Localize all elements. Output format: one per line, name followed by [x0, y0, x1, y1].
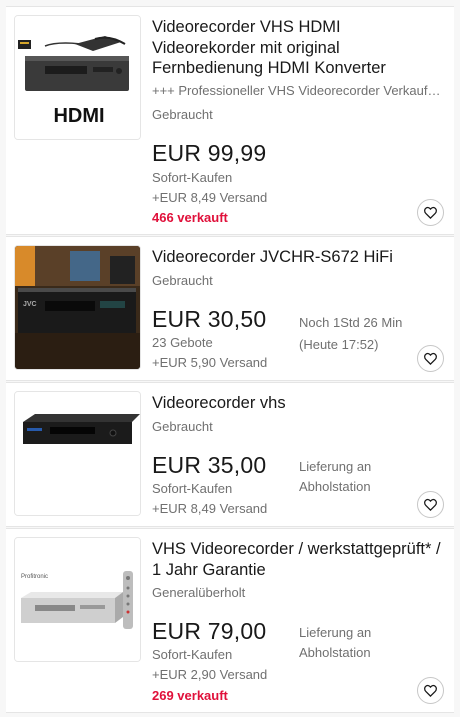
heart-icon	[424, 206, 437, 220]
hdmi-logo-text: HDMI	[53, 105, 104, 127]
listing-condition: Gebraucht	[152, 419, 213, 434]
black-vhs-recorder-photo	[15, 392, 140, 515]
listing-condition: Gebraucht	[152, 107, 213, 122]
heart-icon	[424, 684, 437, 698]
listing-buy-type: Sofort-Kaufen	[152, 170, 233, 185]
delivery-info-line2: Abholstation	[299, 645, 371, 660]
listing-price: EUR 35,00	[152, 452, 267, 478]
vhs-hdmi-recorder-photo: HDMI	[15, 16, 140, 139]
listing-image[interactable]: HDMI	[14, 15, 141, 140]
listing-condition: Generalüberholt	[152, 585, 246, 600]
listing-shipping: +EUR 5,90 Versand	[152, 355, 268, 370]
listing-bids: 23 Gebote	[152, 335, 213, 350]
watch-button[interactable]	[417, 491, 444, 518]
delivery-info-line1: Lieferung an	[299, 459, 372, 474]
delivery-info-line2: Abholstation	[299, 479, 371, 494]
listing-card[interactable]: Videorecorder vhs Gebraucht EUR 35,00 So…	[6, 382, 454, 527]
listing-image[interactable]	[14, 391, 141, 516]
listing-subtitle: +++ Professioneller VHS Videorecorder Ve…	[152, 83, 444, 98]
listing-image[interactable]: Profitronic	[14, 537, 141, 662]
listing-condition: Gebraucht	[152, 273, 213, 288]
listing-shipping: +EUR 8,49 Versand	[152, 501, 268, 516]
listing-card[interactable]: Profitronic VHS Videorecorder / werkstat…	[6, 528, 454, 713]
listing-title[interactable]: Videorecorder VHS HDMI Videorekorder mit…	[152, 17, 442, 79]
watch-button[interactable]	[417, 677, 444, 704]
jvc-recorder-photo: JVC	[15, 246, 140, 369]
listing-shipping: +EUR 8,49 Versand	[152, 190, 268, 205]
watch-button[interactable]	[417, 345, 444, 372]
search-results-list: HDMI Videorecorder VHS HDMI Videorekorde…	[0, 0, 460, 717]
listing-price: EUR 79,00	[152, 618, 267, 644]
listing-sold-count: 466 verkauft	[152, 210, 228, 225]
listing-title[interactable]: Videorecorder JVCHR-S672 HiFi	[152, 247, 442, 268]
listing-card[interactable]: JVC Videorecorder JVCHR-S672 HiFi Gebrau…	[6, 236, 454, 381]
listing-shipping: +EUR 2,90 Versand	[152, 667, 268, 682]
listing-time-left: Noch 1Std 26 Min	[299, 315, 403, 330]
delivery-info-line1: Lieferung an	[299, 625, 372, 640]
listing-end-time: (Heute 17:52)	[299, 337, 379, 352]
listing-buy-type: Sofort-Kaufen	[152, 647, 233, 662]
silver-vhs-recorder-photo: Profitronic	[15, 538, 140, 661]
listing-title[interactable]: Videorecorder vhs	[152, 393, 442, 414]
listing-image[interactable]: JVC	[14, 245, 141, 370]
listing-price: EUR 99,99	[152, 140, 267, 166]
listing-price: EUR 30,50	[152, 306, 267, 332]
profitronic-logo-text: Profitronic	[21, 574, 48, 580]
jvc-logo-text: JVC	[23, 301, 37, 308]
watch-button[interactable]	[417, 199, 444, 226]
listing-sold-count: 269 verkauft	[152, 688, 228, 703]
heart-icon	[424, 352, 437, 366]
listing-buy-type: Sofort-Kaufen	[152, 481, 233, 496]
listing-title[interactable]: VHS Videorecorder / werkstattgeprüft* / …	[152, 539, 442, 580]
listing-card[interactable]: HDMI Videorecorder VHS HDMI Videorekorde…	[6, 6, 454, 235]
heart-icon	[424, 498, 437, 512]
